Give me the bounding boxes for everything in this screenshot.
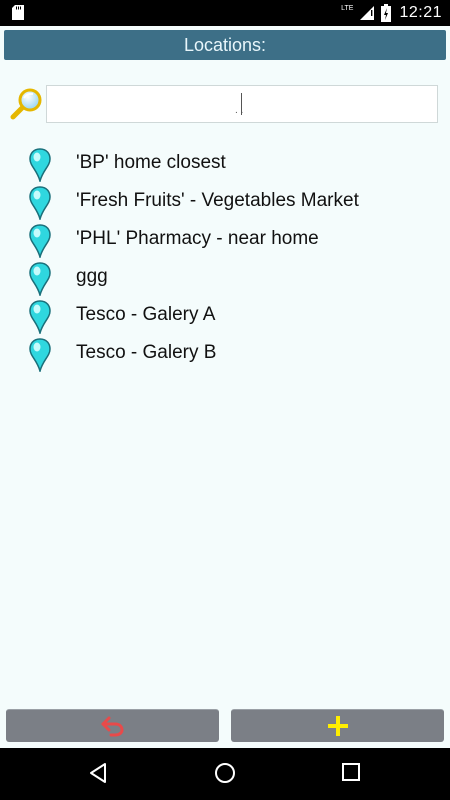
plus-icon [327,716,348,736]
location-item[interactable]: 'Fresh Fruits' - Vegetables Market [0,182,450,220]
status-icons: LTE 12:21 [341,0,442,26]
cursor-handle: . . [235,105,244,116]
search-input[interactable]: . . [46,85,438,123]
map-pin-icon [29,300,51,334]
undo-arrow-icon [101,716,124,737]
home-circle-icon[interactable] [214,762,236,784]
network-type: LTE [341,4,354,12]
map-pin-icon [29,262,51,296]
map-pin-icon [29,148,51,182]
clock: 12:21 [399,4,442,21]
add-location-button[interactable] [231,709,444,742]
location-label: ggg [76,266,108,287]
navigation-bar [0,748,450,800]
back-triangle-icon[interactable] [88,762,108,784]
map-pin-icon [29,186,51,220]
location-item[interactable]: ggg [0,258,450,296]
page-title: Locations: [4,30,446,60]
sd-card-icon [12,5,24,20]
battery-icon [381,4,392,22]
back-button[interactable] [6,709,219,742]
location-item[interactable]: 'PHL' Pharmacy - near home [0,220,450,258]
location-label: Tesco - Galery A [76,304,216,325]
location-item[interactable]: Tesco - Galery B [0,334,450,372]
location-label: 'BP' home closest [76,152,226,173]
location-label: 'PHL' Pharmacy - near home [76,228,319,249]
status-bar: LTE 12:21 [0,0,450,26]
locations-list: 'BP' home closest 'Fresh Fruits' - Veget… [0,144,450,372]
signal-icon [360,6,375,20]
map-pin-icon [29,338,51,372]
location-item[interactable]: 'BP' home closest [0,144,450,182]
location-item[interactable]: Tesco - Galery A [0,296,450,334]
magnifier-icon[interactable] [8,87,44,121]
recents-square-icon[interactable] [341,762,361,782]
map-pin-icon [29,224,51,258]
location-label: Tesco - Galery B [76,342,217,363]
location-label: 'Fresh Fruits' - Vegetables Market [76,190,359,211]
